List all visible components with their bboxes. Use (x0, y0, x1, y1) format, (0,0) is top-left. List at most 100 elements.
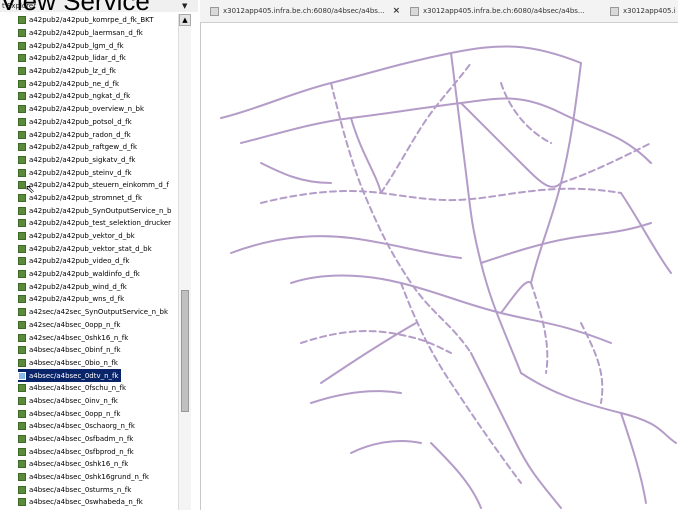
explorer-scrollbar[interactable]: ▲ (178, 14, 191, 510)
explorer-pane: t Explorer ▼ a42pub2/a42pub_komrpe_d_fk_… (0, 0, 201, 510)
tree-item[interactable]: a4bsec/a4bsec_0swhabeda_n_fk (18, 496, 178, 509)
road-line (260, 187, 622, 204)
browser-tab-3[interactable]: x3012app405.i (610, 2, 676, 20)
close-tab-icon[interactable]: × (393, 6, 401, 16)
dropdown-arrow-icon[interactable]: ▼ (182, 0, 187, 12)
tree-item[interactable]: a42pub2/a42pub_wind_d_fk (18, 280, 178, 293)
tree-item[interactable]: a42pub2/a42pub_potsol_d_fk (18, 116, 178, 129)
map-service-icon (18, 168, 26, 177)
tree-item[interactable]: a42pub2/a42pub_ngkat_d_fk (18, 90, 178, 103)
tree-item[interactable]: a4bsec/a4bsec_0opp_n_fk (18, 407, 178, 420)
scroll-up-icon[interactable]: ▲ (179, 14, 191, 26)
tree-item-label: a4bsec/a4bsec_0binf_n_fk (29, 346, 121, 355)
tree-item[interactable]: a42pub2/a42pub_lidar_d_fk (18, 52, 178, 65)
tree-item[interactable]: a42pub2/a42pub_lgm_d_fk (18, 39, 178, 52)
browser-tab-2[interactable]: x3012app405.infra.be.ch:6080/a4bsec/a4bs… (410, 2, 585, 20)
road-network-map[interactable] (201, 23, 678, 510)
tree-item[interactable]: a42pub2/a42pub_laermsan_d_fk (18, 27, 178, 40)
tree-item[interactable]: a42sec/a4bsec_0opp_n_fk (18, 319, 178, 332)
page-favicon-icon (410, 6, 419, 16)
map-service-icon (18, 54, 26, 63)
tree-item-label: a42pub2/a42pub_raftgew_d_fk (29, 143, 138, 152)
tree-item-label: a42sec/a42sec_SynOutputService_n_bk (29, 308, 168, 317)
map-service-icon (18, 409, 26, 418)
tree-item[interactable]: a42pub2/a42pub_vektor_stat_d_bk (18, 242, 178, 255)
map-service-icon (18, 473, 26, 482)
tree-item-label: a42pub2/a42pub_ngkat_d_fk (29, 92, 131, 101)
tree-item[interactable]: a42pub2/a42pub_lz_d_fk (18, 65, 178, 78)
map-service-icon (18, 333, 26, 342)
tree-item[interactable]: a4bsec/a4bsec_0dtv_n_fk (18, 369, 121, 382)
road-line (380, 62, 472, 194)
road-line (500, 281, 532, 314)
tab-label: x3012app405.infra.be.ch:6080/a4bsec/a4bs… (223, 7, 385, 15)
tree-item[interactable]: a42pub2/a42pub_waldinfo_d_fk (18, 268, 178, 281)
tree-item[interactable]: a42pub2/a42pub_SynOutputService_n_b (18, 204, 178, 217)
road-line (530, 62, 582, 284)
tree-item[interactable]: a42sec/a4bsec_0shk16_n_fk (18, 331, 178, 344)
tree-item[interactable]: a4bsec/a4bsec_0shk16_n_fk (18, 458, 178, 471)
map-service-icon (18, 79, 26, 88)
map-service-icon (18, 485, 26, 494)
map-service-icon (18, 41, 26, 50)
map-service-icon (18, 295, 26, 304)
map-service-icon (18, 143, 26, 152)
road-line (460, 102, 562, 188)
tree-item[interactable]: a42pub2/a42pub_test_selektion_drucker (18, 217, 178, 230)
tree-item[interactable]: a42pub2/a42pub_stromnet_d_fk (18, 192, 178, 205)
browser-tab-1[interactable]: x3012app405.infra.be.ch:6080/a4bsec/a4bs… (210, 2, 400, 20)
tree-item-label: a4bsec/a4bsec_0dtv_n_fk (29, 371, 119, 380)
tree-item[interactable]: a4bsec/a4bsec_0schaorg_n_fk (18, 420, 178, 433)
tree-item[interactable]: a4bsec/a4bsec_0binf_n_fk (18, 344, 178, 357)
tree-item-label: a4bsec/a4bsec_0opp_n_fk (29, 409, 121, 418)
map-service-icon (18, 67, 26, 76)
tree-item-label: a42pub2/a42pub_lidar_d_fk (29, 54, 126, 63)
tree-item[interactable]: a42pub2/a42pub_sigkatv_d_fk (18, 154, 178, 167)
tree-item[interactable]: a42pub2/a42pub_raftgew_d_fk (18, 141, 178, 154)
tree-item[interactable]: a42pub2/a42pub_vektor_d_bk (18, 230, 178, 243)
tree-item[interactable]: a42sec/a42sec_SynOutputService_n_bk (18, 306, 178, 319)
tree-item[interactable]: a4bsec/a4bsec_0sfbprod_n_fk (18, 445, 178, 458)
road-line (300, 330, 452, 354)
tree-item-label: a4bsec/a4bsec_0sfbadm_n_fk (29, 435, 134, 444)
road-line (470, 352, 562, 509)
tree-item[interactable]: a4bsec/a4bsec_0inv_n_fk (18, 395, 178, 408)
tree-item-label: a42pub2/a42pub_radon_d_fk (29, 130, 131, 139)
map-service-icon (18, 206, 26, 215)
map-service-icon (18, 244, 26, 253)
tree-item-label: a42sec/a4bsec_0opp_n_fk (29, 320, 121, 329)
road-line (620, 192, 672, 274)
map-service-icon (18, 105, 26, 114)
tree-item-label: a42pub2/a42pub_lz_d_fk (29, 67, 116, 76)
road-line (320, 322, 417, 384)
scrollbar-thumb[interactable] (181, 290, 189, 412)
tree-item-label: a42pub2/a42pub_vektor_stat_d_bk (29, 244, 152, 253)
map-service-icon (18, 282, 26, 291)
tree-item-label: a4bsec/a4bsec_0shk16grund_n_fk (29, 473, 149, 482)
map-service-icon (18, 320, 26, 329)
tree-item[interactable]: a42pub2/a42pub_radon_d_fk (18, 128, 178, 141)
tree-item[interactable]: a4bsec/a4bsec_0shk16grund_n_fk (18, 471, 178, 484)
tree-item-label: a42pub2/a42pub_komrpe_d_fk_BKT (29, 16, 154, 25)
tree-item[interactable]: a42pub2/a42pub_steinv_d_fk (18, 166, 178, 179)
tree-item[interactable]: a4bsec/a4bsec_0sturms_n_fk (18, 483, 178, 496)
tree-item[interactable]: a42pub2/a42pub_ne_d_fk (18, 77, 178, 90)
tree-item[interactable]: a42pub2/a42pub_video_d_fk (18, 255, 178, 268)
road-line (450, 52, 522, 374)
tree-item-label: a42pub2/a42pub_test_selektion_drucker (29, 219, 172, 228)
road-line (560, 142, 652, 184)
road-line (430, 442, 482, 509)
tree-item[interactable]: a42pub2/a42pub_wns_d_fk (18, 293, 178, 306)
tree-item-label: a4bsec/a4bsec_0inv_n_fk (29, 396, 118, 405)
tree-item[interactable]: a4bsec/a4bsec_0bio_n_fk (18, 357, 178, 370)
road-line (310, 390, 402, 404)
tree-item-label: a42pub2/a42pub_steinv_d_fk (29, 168, 132, 177)
road-line (520, 372, 677, 444)
tree-item[interactable]: a42pub2/a42pub_overview_n_bk (18, 103, 178, 116)
tree-item[interactable]: a42pub2/a42pub_steuern_einkomm_d_f (18, 179, 178, 192)
map-canvas[interactable] (201, 23, 678, 510)
tree-item-label: a4bsec/a4bsec_0bio_n_fk (29, 358, 118, 367)
tree-item-label: a42pub2/a42pub_ne_d_fk (29, 79, 120, 88)
tree-item[interactable]: a4bsec/a4bsec_0sfbadm_n_fk (18, 433, 178, 446)
tree-item[interactable]: a4bsec/a4bsec_0fschu_n_fk (18, 382, 178, 395)
